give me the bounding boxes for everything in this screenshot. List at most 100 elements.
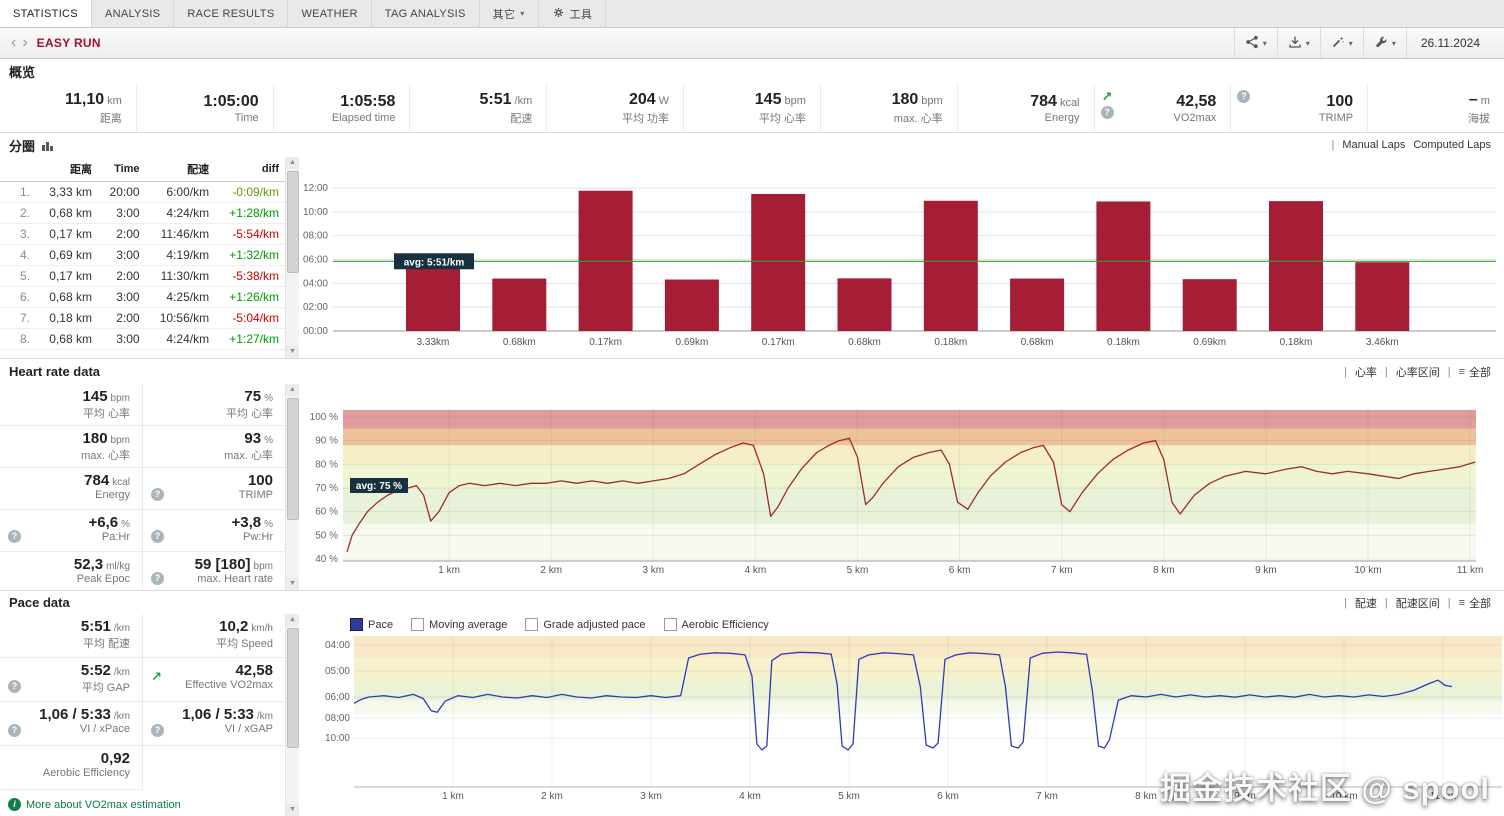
bar-chart-icon[interactable] — [41, 140, 54, 151]
table-row: 7. 0,18 km 2:00 10:56/km -5:04/km — [0, 307, 285, 329]
nav-tab-label: STATISTICS — [13, 7, 78, 20]
control-all[interactable]: ≡ 全部 — [1459, 364, 1491, 380]
vo2max-estimation-link[interactable]: i More about VO2max estimation — [8, 798, 181, 811]
legend-checkbox[interactable] — [663, 618, 677, 631]
lap-time: 2:00 — [97, 223, 146, 245]
stat-value: 11,10 — [64, 90, 105, 108]
svg-text:7 km: 7 km — [1051, 565, 1073, 576]
metric-unit: ml/kg — [106, 561, 130, 572]
legend-item-aerobic-efficiency: Aerobic Efficiency — [663, 618, 769, 631]
svg-text:6 km: 6 km — [937, 791, 959, 802]
nav-tab-tools[interactable]: 工具 — [539, 0, 607, 27]
watermark: 掘金技术社区 @ spool — [1159, 771, 1490, 806]
control-hr[interactable]: 心率 — [1355, 364, 1377, 380]
help-icon[interactable]: ? — [1100, 106, 1114, 119]
lap-distance: 0,18 km — [36, 307, 98, 329]
overview-stat-avg-hr: 145 bpm 平均 心率 — [683, 84, 820, 132]
toolbar-actions: ▾ ▾ ▾ ▾ 26.11.2024 — [1233, 28, 1496, 58]
metric-value: 1,06 / 5:33 — [182, 706, 254, 723]
nav-tab-label: WEATHER — [301, 7, 358, 20]
metric-value: 784 — [84, 472, 110, 489]
lap-distance: 0,68 km — [36, 286, 98, 308]
svg-text:1 km: 1 km — [438, 565, 460, 576]
help-icon[interactable]: ? — [151, 530, 164, 543]
stat-unit: km — [107, 94, 122, 107]
help-icon[interactable]: ? — [8, 530, 21, 543]
forward-arrow[interactable]: › — [22, 35, 27, 51]
legend-checkbox[interactable] — [411, 618, 425, 631]
svg-text:08:00: 08:00 — [325, 713, 350, 724]
svg-text:3 km: 3 km — [640, 791, 662, 802]
control-computed-laps[interactable]: Computed Laps — [1413, 139, 1491, 151]
download-button[interactable]: ▾ — [1276, 28, 1320, 58]
svg-text:0.17km: 0.17km — [589, 337, 622, 348]
svg-text:6 km: 6 km — [949, 565, 971, 576]
back-arrow[interactable]: ‹ — [11, 35, 16, 51]
laps-scrollbar[interactable]: ▲ ▼ — [285, 157, 299, 358]
share-button[interactable]: ▾ — [1233, 28, 1277, 58]
legend-item-pace: Pace — [350, 618, 393, 631]
svg-text:8 km: 8 km — [1135, 791, 1157, 802]
laps-chart[interactable]: 00:00 02:00 04:00 06:00 08:00 10:00 12:00 3.33k… — [298, 157, 1504, 358]
overview-stats: 11,10 km 距离 1:05:00 Time 1:05:58 Elapsed time 5… — [0, 84, 1504, 133]
legend-checkbox[interactable] — [525, 618, 539, 631]
help-icon[interactable]: ? — [151, 572, 164, 585]
stat-label: Elapsed time — [331, 111, 396, 124]
hr-chart[interactable]: 40 % 50 % 60 % 70 % 80 % 90 % 100 % 1 km 2 km 3 k… — [298, 384, 1504, 590]
wand-button[interactable]: ▾ — [1319, 28, 1363, 58]
share-icon — [1245, 35, 1259, 52]
svg-text:8 km: 8 km — [1153, 565, 1175, 576]
table-row: 3. 0,17 km 2:00 11:46/km -5:54/km — [0, 223, 285, 245]
overview-stat-vo2max: ↗? 42,58 VO2max — [1093, 84, 1231, 132]
nav-tab-analysis[interactable]: ANALYSIS — [92, 0, 175, 27]
lap-distance: 0,17 km — [36, 223, 98, 245]
nav-tab-race-results[interactable]: RACE RESULTS — [174, 0, 289, 27]
hr-stat-trimp: ? 100 TRIMP — [143, 468, 285, 510]
help-icon[interactable]: ? — [8, 680, 21, 693]
metric-label: 平均 心率 — [225, 408, 273, 420]
metric-label: TRIMP — [238, 489, 273, 501]
hr-scrollbar[interactable]: ▲ ▼ — [285, 384, 299, 590]
metric-label: 平均 配速 — [82, 638, 130, 650]
pace-scrollbar[interactable]: ▲ ▼ — [285, 614, 299, 816]
control-all[interactable]: ≡ 全部 — [1459, 595, 1491, 611]
metric-unit: km/h — [251, 623, 273, 634]
nav-tab-statistics[interactable]: STATISTICS — [0, 0, 92, 27]
control-label: Computed Laps — [1413, 139, 1491, 151]
stat-value: 100 — [1326, 92, 1354, 110]
chevron-down-icon: ▾ — [1262, 38, 1267, 48]
nav-tab-tag-analysis[interactable]: TAG ANALYSIS — [372, 0, 480, 27]
nav-tab-weather[interactable]: WEATHER — [288, 0, 372, 27]
svg-text:40 %: 40 % — [315, 554, 338, 565]
help-icon[interactable]: ? — [8, 724, 21, 737]
overview-heading: 概览 — [9, 65, 36, 80]
laps-col-header: diff — [215, 157, 285, 182]
lap-number: 6. — [0, 286, 36, 308]
stat-value: 784 — [1030, 92, 1057, 110]
nav-tab-more[interactable]: 其它 ▾ — [480, 0, 539, 27]
table-row: 6. 0,68 km 3:00 4:25/km +1:26/km — [0, 286, 285, 308]
help-icon[interactable]: ? — [1237, 90, 1251, 103]
help-icon[interactable]: ? — [151, 488, 164, 501]
lap-distance: 0,17 km — [36, 265, 98, 287]
control-hr-zones[interactable]: 心率区间 — [1396, 364, 1440, 380]
control-manual-laps[interactable]: Manual Laps — [1342, 139, 1405, 151]
wand-icon — [1331, 35, 1345, 52]
svg-text:11 km: 11 km — [1457, 565, 1484, 576]
settings-button[interactable]: ▾ — [1362, 28, 1406, 58]
svg-text:1 km: 1 km — [442, 791, 464, 802]
svg-text:10 km: 10 km — [1354, 565, 1381, 576]
control-pace[interactable]: 配速 — [1355, 595, 1377, 611]
nav-tab-label: 工具 — [569, 8, 593, 21]
svg-text:60 %: 60 % — [315, 507, 338, 518]
separator: | — [1384, 596, 1388, 609]
control-pace-zones[interactable]: 配速区间 — [1396, 595, 1440, 611]
legend-swatch — [350, 618, 363, 631]
svg-text:7 km: 7 km — [1036, 791, 1058, 802]
help-icon[interactable]: ? — [151, 724, 164, 737]
hr-stat-max-hr-pct: 93% max. 心率 — [143, 426, 285, 468]
laps-table: 距离 Time 配速 diff 1. 3,33 km 20:00 6:00/km -0:09/k… — [0, 157, 285, 350]
metric-value: 52,3 — [73, 556, 104, 573]
overview-stat-avg-power: 204 W 平均 功率 — [546, 84, 683, 132]
metric-value: 42,58 — [235, 662, 273, 679]
